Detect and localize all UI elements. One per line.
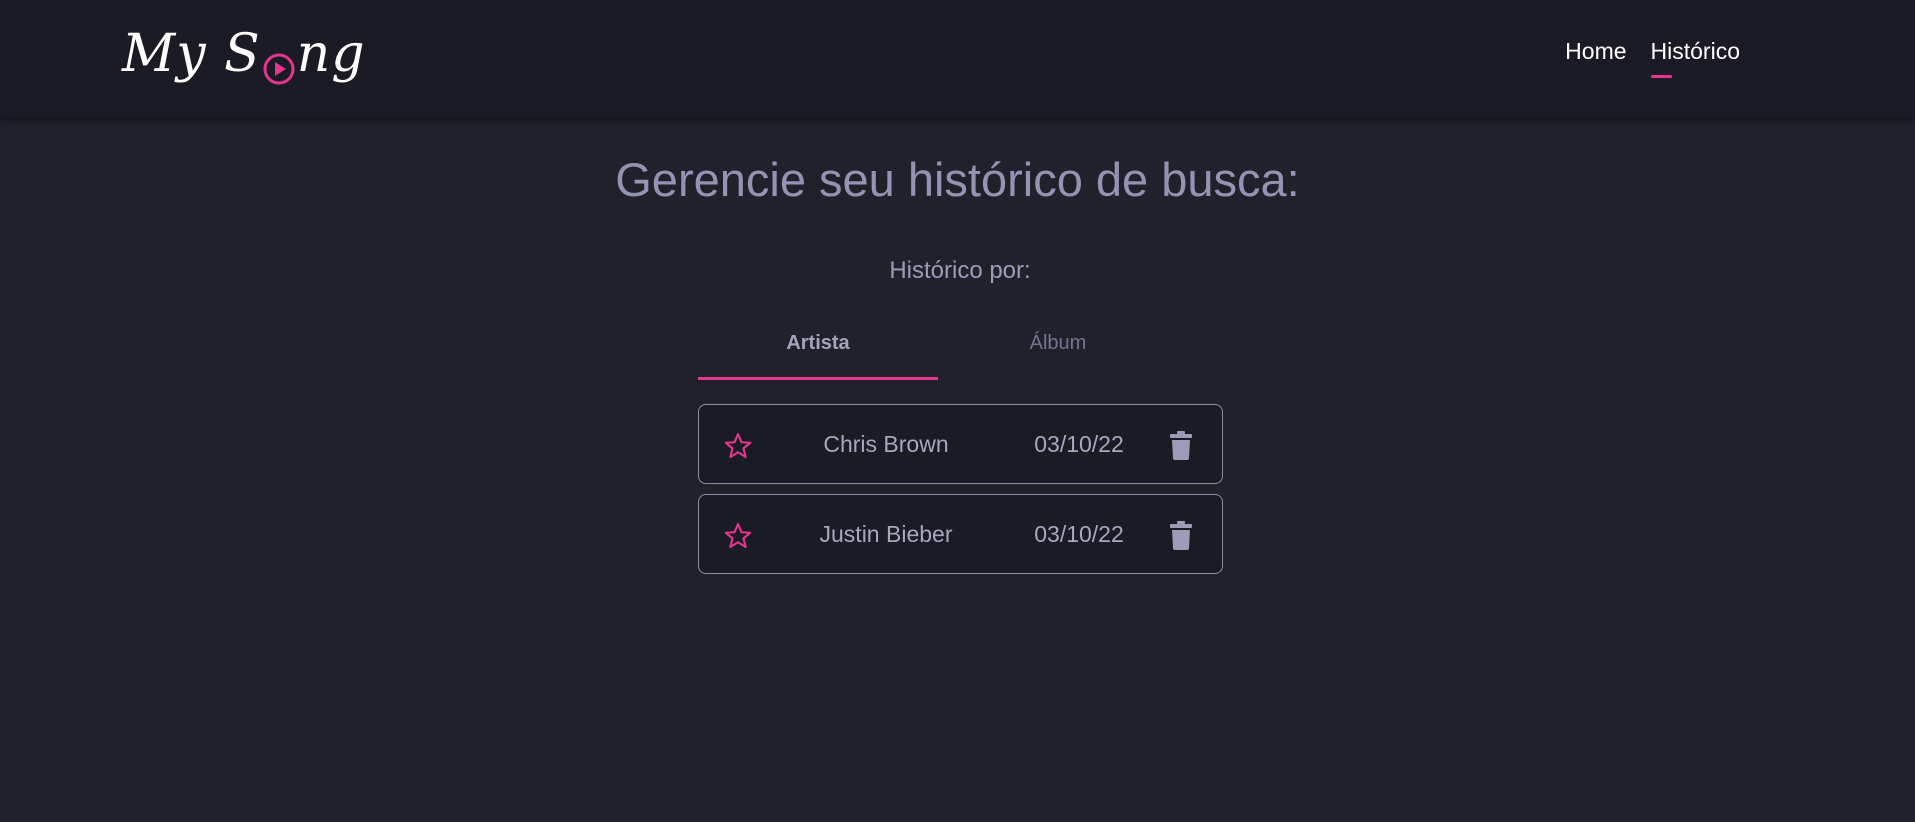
page-title: Gerencie seu histórico de busca: (615, 153, 1300, 206)
logo-text-part1: My S (122, 24, 261, 84)
play-circle-icon (262, 39, 296, 85)
trash-icon[interactable] (1170, 430, 1192, 460)
nav-link-historico[interactable]: Histórico (1650, 38, 1740, 78)
artist-name: Chris Brown (823, 431, 949, 457)
tab-artista[interactable]: Artista (698, 320, 938, 380)
tab-album[interactable]: Álbum (938, 320, 1178, 380)
top-header: My S ng Home Histórico (0, 0, 1915, 118)
search-date: 03/10/22 (1034, 431, 1124, 457)
history-item: Justin Bieber 03/10/22 (698, 494, 1223, 574)
nav-link-home[interactable]: Home (1565, 38, 1626, 65)
star-outline-icon[interactable] (723, 521, 753, 551)
app-logo[interactable]: My S ng (122, 14, 366, 94)
trash-icon[interactable] (1170, 520, 1192, 550)
search-date: 03/10/22 (1034, 521, 1124, 547)
history-filter-label: Histórico por: (889, 257, 1031, 284)
history-tabs: Artista Álbum (698, 320, 1178, 380)
history-list: Chris Brown 03/10/22 Justin Bieber 03/10… (698, 404, 1223, 584)
history-item: Chris Brown 03/10/22 (698, 404, 1223, 484)
star-outline-icon[interactable] (723, 431, 753, 461)
logo-text-part2: ng (296, 24, 366, 84)
main-nav: Home Histórico (1565, 38, 1740, 78)
artist-name: Justin Bieber (819, 521, 953, 547)
